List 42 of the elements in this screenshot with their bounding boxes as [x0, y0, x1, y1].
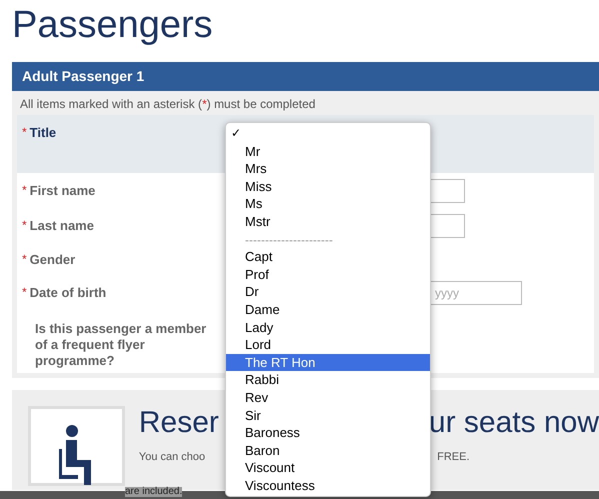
menu-option[interactable]: Ms — [226, 195, 430, 213]
seats-text: FREE. — [437, 450, 470, 465]
menu-option[interactable]: Rabbi — [226, 371, 430, 389]
menu-option[interactable]: Mr — [226, 142, 430, 160]
menu-option[interactable]: Sir — [226, 406, 430, 424]
menu-option[interactable]: Mrs — [226, 160, 430, 178]
menu-option[interactable]: Lord — [226, 336, 430, 354]
seats-heading: Reser — [138, 406, 219, 440]
required-mark: * — [22, 183, 27, 197]
field-label: Date of birth — [30, 285, 106, 301]
menu-option[interactable]: Baron — [226, 442, 430, 460]
menu-option[interactable]: Viscount — [226, 459, 430, 477]
field-label: First name — [30, 183, 96, 199]
required-mark: * — [22, 252, 27, 266]
seats-heading: ur seats now — [428, 406, 599, 440]
menu-option[interactable]: Rev — [226, 388, 430, 406]
menu-option[interactable]: Capt — [226, 248, 430, 266]
menu-option[interactable]: Viscountess — [226, 476, 430, 494]
menu-option[interactable]: Lady — [226, 318, 430, 336]
menu-option[interactable]: The RT Hon — [226, 354, 430, 372]
required-mark: * — [22, 285, 27, 299]
required-mark: * — [22, 218, 27, 232]
menu-option[interactable]: ✓ — [226, 125, 430, 143]
menu-option[interactable]: Dr — [226, 283, 430, 301]
required-notice: All items marked with an asterisk (*) must be completed — [19, 96, 316, 113]
menu-option[interactable]: Prof — [226, 266, 430, 284]
required-mark: * — [22, 125, 27, 139]
menu-option[interactable]: Baroness — [226, 424, 430, 442]
section-header: Adult Passenger 1 — [12, 62, 599, 91]
menu-option[interactable]: Dame — [226, 300, 430, 319]
menu-separator: ---------------------- — [244, 232, 334, 248]
seats-text: You can choo — [138, 450, 206, 465]
field-label: Gender — [30, 252, 76, 268]
menu-option[interactable]: Miss — [226, 178, 430, 196]
year-field[interactable]: yyyy — [430, 281, 522, 305]
check-mark: ✓ — [231, 125, 241, 142]
menu-option[interactable]: Mstr — [226, 212, 430, 231]
seats-text: are included. — [125, 487, 182, 497]
field-label: Is this passenger a member of a frequent flyer programme? — [35, 321, 208, 369]
field-label: Title — [30, 125, 56, 141]
field-label: Last name — [30, 218, 94, 234]
page-title: Passengers — [11, 3, 214, 48]
